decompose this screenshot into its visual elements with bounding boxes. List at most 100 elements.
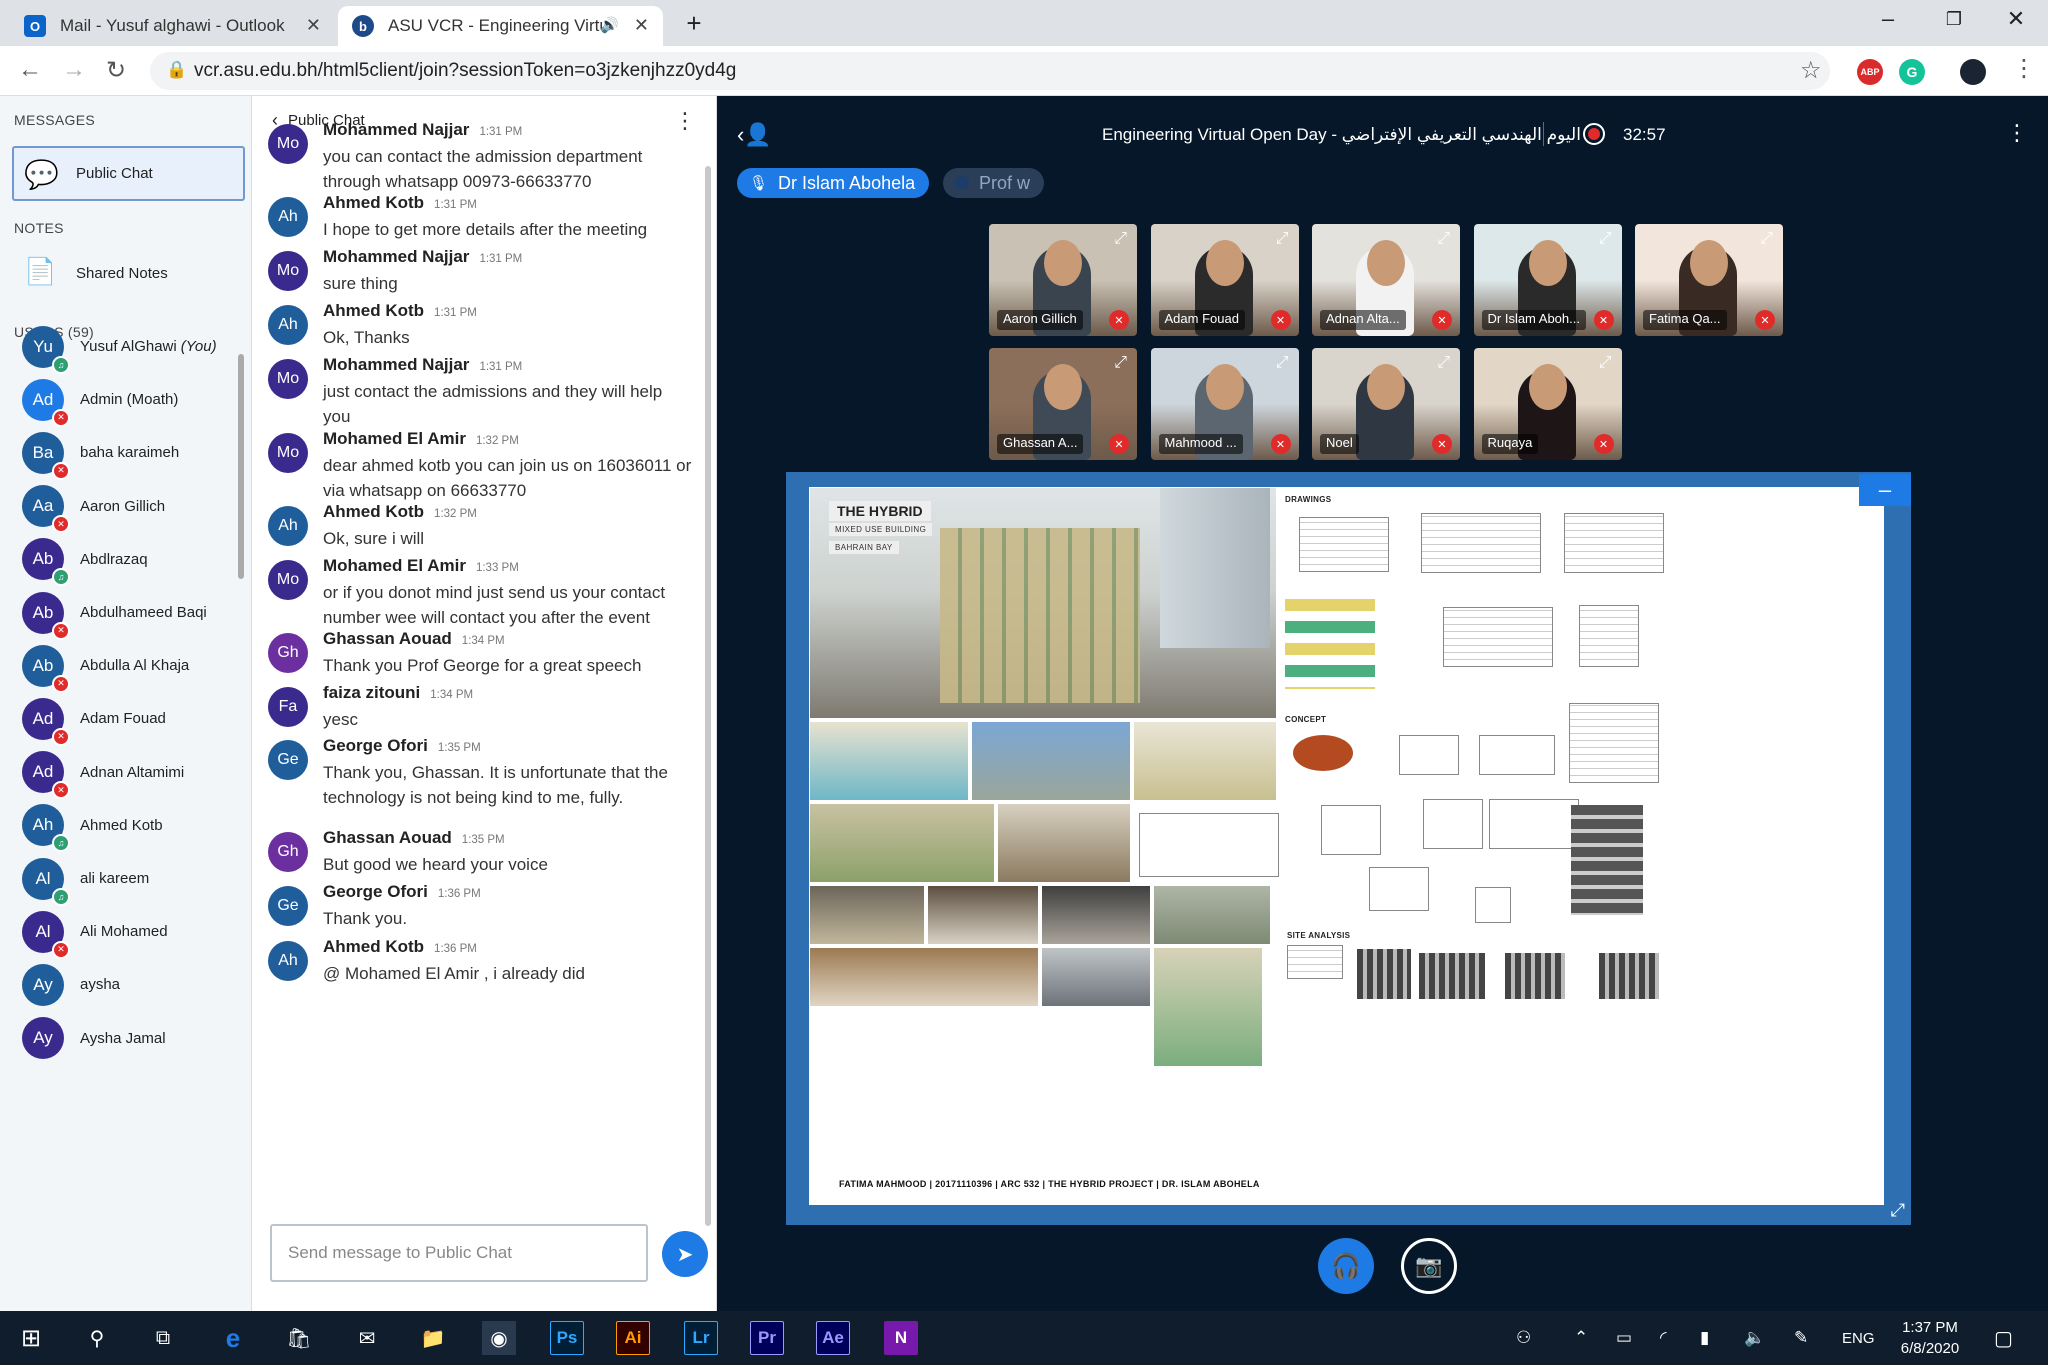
share-webcam-button[interactable]: 📷 [1401,1238,1457,1294]
maximize-button[interactable]: ❐ [1934,9,1974,30]
search-icon[interactable]: ⚲ [80,1321,114,1355]
fullscreen-icon[interactable]: ⤢ [1437,354,1450,372]
new-tab-button[interactable]: + [674,8,714,39]
leave-audio-button[interactable]: 🎧 [1318,1238,1374,1294]
back-icon[interactable]: ← [18,56,42,84]
chat-message-input[interactable]: Send message to Public Chat [270,1224,648,1282]
mail-icon[interactable]: ✉ [350,1321,384,1355]
participant-face [1205,240,1244,286]
webcam-name[interactable]: Ghassan A... [997,434,1084,454]
talking-indicator-active[interactable]: 🎙 Dr Islam Abohela [737,168,930,198]
adblock-icon[interactable]: ABP [1857,59,1883,85]
illustrator-icon[interactable]: Ai [616,1321,650,1355]
message-text: just contact the admissions and they wil… [323,382,663,426]
chat-scrollbar[interactable] [705,166,711,1226]
browser-menu-icon[interactable]: ⋮ [2012,54,2036,83]
webcam-video[interactable]: ⤢ Dr Islam Aboh... ✕ [1473,224,1622,336]
photoshop-icon[interactable]: Ps [550,1321,584,1355]
webcam-name[interactable]: Adnan Alta... [1320,310,1406,330]
minimize-presentation-button[interactable]: – [1859,474,1911,506]
wifi-icon[interactable]: ◜ [1660,1328,1667,1348]
webcam-name[interactable]: Aaron Gillich [997,310,1083,330]
url-field[interactable]: 🔒 vcr.asu.edu.bh/html5client/join?sessio… [150,52,1830,90]
tray-chevron-icon[interactable]: ⌃ [1574,1328,1588,1348]
send-message-button[interactable]: ➤ [662,1231,708,1277]
user-name-text: Abdulla Al Khaja [80,657,190,675]
file-explorer-icon[interactable]: 📁 [416,1321,450,1355]
grammarly-icon[interactable]: G [1899,59,1925,85]
forward-icon[interactable]: → [62,56,86,84]
minimize-button[interactable]: – [1868,6,1908,32]
tab-asu-vcr[interactable]: b ASU VCR - Engineering Virtu 🔊 ✕ [338,6,663,46]
webcam-name[interactable]: Noel [1320,434,1359,454]
avatar: Mo [268,124,308,164]
recording-indicator-icon[interactable] [1583,123,1605,145]
webcam-name[interactable]: Dr Islam Aboh... [1481,310,1586,330]
fullscreen-icon[interactable]: ⤢ [1114,230,1127,248]
chat-options-icon[interactable]: ⋮ [674,108,696,134]
profile-avatar[interactable] [1960,59,1986,85]
people-icon[interactable]: ⚇ [1516,1328,1531,1348]
premiere-icon[interactable]: Pr [750,1321,784,1355]
webcam-video[interactable]: ⤢ Ghassan A... ✕ [989,348,1137,460]
public-chat-item[interactable]: 💬 Public Chat [12,146,245,201]
close-tab-icon[interactable]: ✕ [634,15,649,36]
fullscreen-icon[interactable]: ⤢ [1437,230,1450,248]
close-tab-icon[interactable]: ✕ [306,15,321,36]
avatar-initials: Ad [32,762,54,782]
webcam-name[interactable]: Mahmood ... [1158,434,1243,454]
fullscreen-icon[interactable]: ⤢ [1276,354,1289,372]
webcam-name[interactable]: Fatima Qa... [1643,310,1727,330]
fullscreen-icon[interactable]: ⤢ [1276,230,1289,248]
plan-drawing [1421,513,1541,573]
webcam-name[interactable]: Adam Fouad [1158,310,1245,330]
webcam-name[interactable]: Ruqaya [1481,434,1539,454]
options-menu-icon[interactable]: ⋮ [2006,120,2028,146]
language-indicator[interactable]: ENG [1842,1330,1875,1347]
after-effects-icon[interactable]: Ae [816,1321,850,1355]
fullscreen-icon[interactable]: ⤢ [1599,354,1612,372]
message-author: Mohammed Najjar [323,247,470,266]
close-window-button[interactable]: ✕ [1996,6,2036,32]
bookmark-star-icon[interactable]: ☆ [1800,56,1822,85]
webcam-video[interactable]: ⤢ Fatima Qa... ✕ [1635,224,1783,336]
fullscreen-icon[interactable]: ⤢ [1760,230,1773,248]
webcam-video[interactable]: ⤢ Noel ✕ [1312,348,1460,460]
webcam-video[interactable]: ⤢ Adam Fouad ✕ [1150,224,1299,336]
task-view-icon[interactable]: ⧉ [146,1321,180,1355]
audio-playing-icon[interactable]: 🔊 [600,16,619,34]
talking-indicator[interactable]: Prof w [943,168,1045,198]
reload-icon[interactable]: ↻ [106,56,126,85]
onenote-icon[interactable]: N [884,1321,918,1355]
apartment-plan [1579,605,1639,667]
webcam-video[interactable]: ⤢ Ruqaya ✕ [1473,348,1622,460]
fullscreen-icon[interactable]: ⤢ [1599,230,1612,248]
toggle-user-list-icon[interactable]: ‹👤 [737,122,772,148]
chrome-icon[interactable]: ◉ [482,1321,516,1355]
fullscreen-icon[interactable]: ⤢ [1891,1200,1905,1221]
notifications-icon[interactable]: ▢ [1994,1326,2013,1351]
lock-icon: 🔒 [166,60,188,79]
user-list-item[interactable]: Ay Aysha Jamal [0,1004,240,1073]
lightroom-icon[interactable]: Lr [684,1321,718,1355]
pen-icon[interactable]: ✎ [1794,1328,1808,1348]
fullscreen-icon[interactable]: ⤢ [1114,354,1127,372]
site-diagram [1419,953,1485,999]
message-time: 1:35 PM [461,834,505,846]
battery-icon[interactable]: ▮ [1700,1328,1709,1348]
public-chat-label: Public Chat [76,165,153,182]
webcam-video[interactable]: ⤢ Adnan Alta... ✕ [1312,224,1460,336]
user-name-text: Abdulhameed Baqi [80,604,207,621]
user-list-scrollbar[interactable] [238,354,244,579]
edge-icon[interactable]: e [216,1321,250,1355]
webcam-video[interactable]: ⤢ Aaron Gillich ✕ [989,224,1137,336]
display-icon[interactable]: ▭ [1616,1328,1632,1348]
taskbar-clock[interactable]: 1:37 PM 6/8/2020 [1875,1317,1985,1359]
windows-start-icon[interactable]: ⊞ [14,1321,48,1355]
tab-outlook[interactable]: O Mail - Yusuf alghawi - Outlook ✕ [10,6,335,46]
shared-notes-item[interactable]: 📄 Shared Notes [12,248,245,298]
user-name: baha karaimeh [80,444,179,461]
store-icon[interactable]: 🛍 [282,1321,316,1355]
volume-icon[interactable]: 🔈 [1744,1328,1765,1348]
webcam-video[interactable]: ⤢ Mahmood ... ✕ [1150,348,1299,460]
